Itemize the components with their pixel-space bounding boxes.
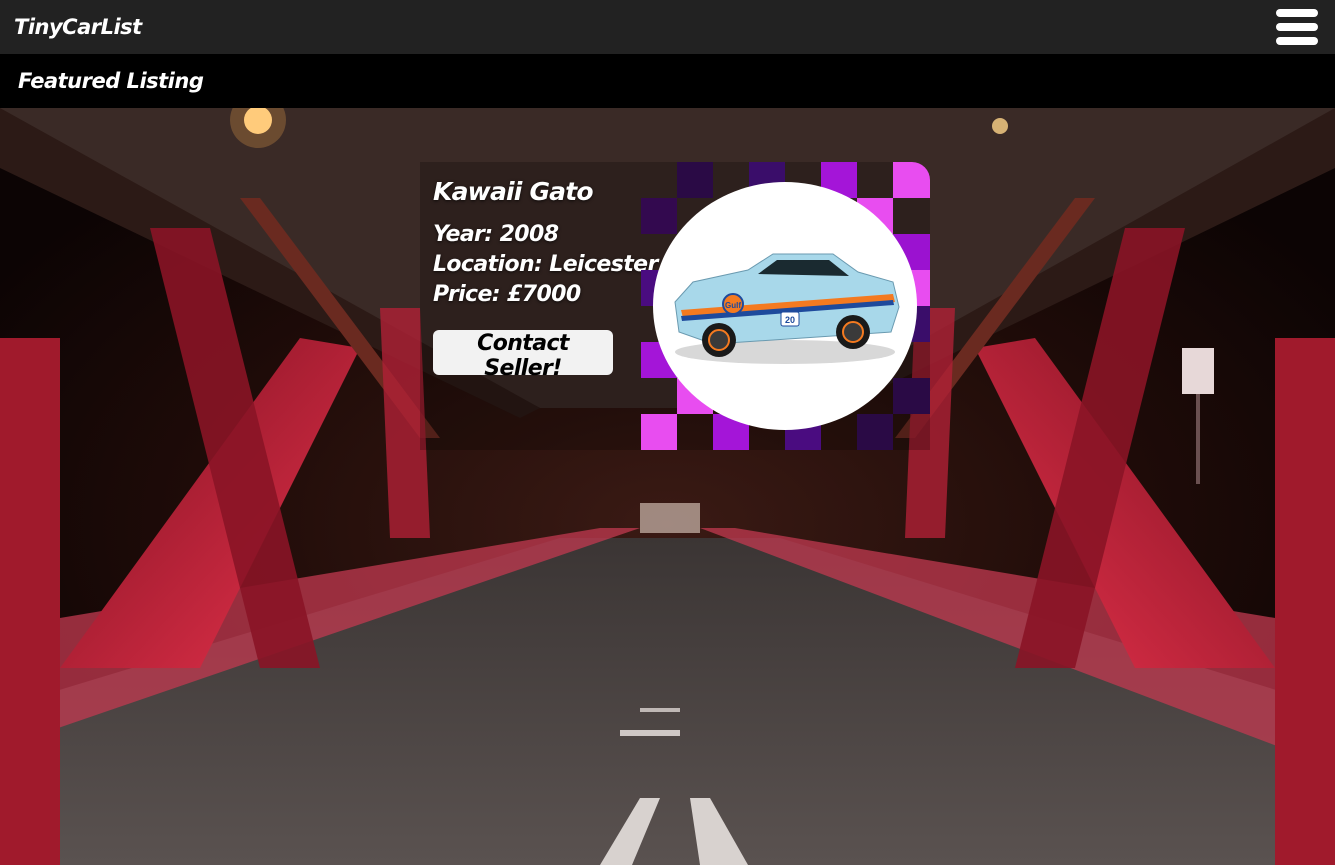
hamburger-menu-icon[interactable] [1276,9,1318,45]
gulf-decal: Gulf [725,301,741,310]
contact-seller-button[interactable]: Contact Seller! [433,330,613,381]
section-header: Featured Listing [0,54,1335,108]
brand-logo-link[interactable]: TinyCarList [14,15,142,39]
listing-location: Location: Leicester [433,252,658,277]
toy-car-image: Gulf 20 [653,182,917,430]
listing-title: Kawaii Gato [433,177,594,206]
section-title: Featured Listing [18,69,204,93]
listing-year: Year: 2008 [433,222,559,247]
car-number: 20 [785,315,795,325]
listing-price: Price: £7000 [433,282,581,307]
hamburger-bar-top [1276,9,1318,17]
toy-car-illustration: Gulf 20 [674,253,900,364]
top-nav-bar: TinyCarList [0,0,1335,54]
featured-listing-card: Kawaii Gato Year: 2008 Location: Leicest… [420,162,930,450]
hamburger-bar-middle [1276,23,1318,31]
hamburger-bar-bottom [1276,37,1318,45]
listing-info: Kawaii Gato Year: 2008 Location: Leicest… [433,177,658,310]
